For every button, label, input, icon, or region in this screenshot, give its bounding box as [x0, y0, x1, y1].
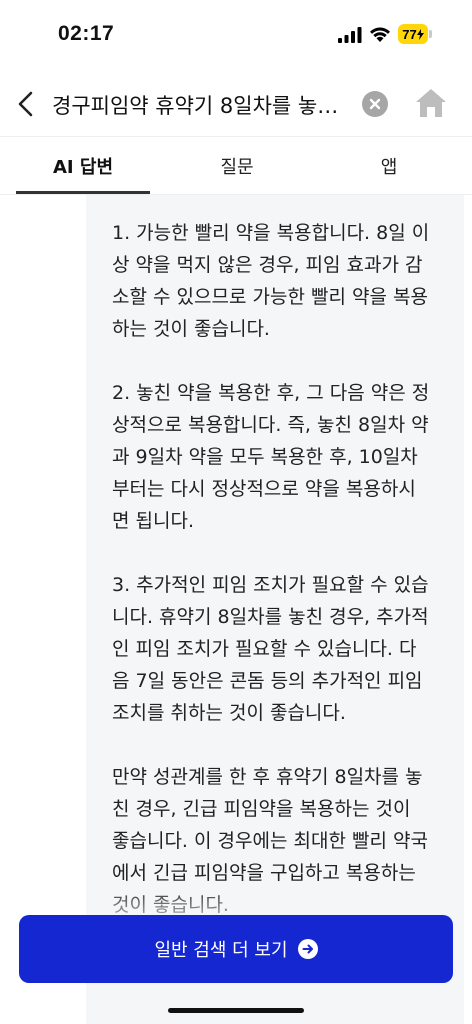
close-circle-icon[interactable]	[362, 91, 388, 117]
tab-questions[interactable]: 질문	[170, 137, 304, 194]
more-search-label: 일반 검색 더 보기	[154, 940, 288, 961]
home-indicator[interactable]	[168, 1008, 304, 1013]
tab-ai-answer[interactable]: AI 답변	[16, 137, 150, 194]
more-search-button[interactable]: 일반 검색 더 보기	[19, 915, 453, 983]
battery-level: 77	[402, 26, 417, 42]
search-header: 경구피임약 휴약기 8일차를 놓치면	[0, 72, 472, 137]
ai-answer-panel: 1. 가능한 빨리 약을 복용합니다. 8일 이상 약을 먹지 않은 경우, 피…	[86, 195, 464, 1024]
status-time: 02:17	[58, 22, 115, 45]
tab-apps[interactable]: 앱	[322, 137, 456, 194]
cellular-signal-icon	[338, 27, 362, 43]
answer-text: 1. 가능한 빨리 약을 복용합니다. 8일 이상 약을 먹지 않은 경우, 피…	[112, 217, 432, 953]
charging-bolt-icon	[416, 28, 424, 40]
active-tab-indicator	[16, 191, 150, 194]
wifi-icon	[370, 27, 390, 42]
chevron-left-icon[interactable]	[12, 88, 40, 120]
answer-paragraph: 3. 추가적인 피임 조치가 필요할 수 있습니다. 휴약기 8일차를 놓친 경…	[112, 574, 429, 724]
answer-paragraph: 2. 놓친 약을 복용한 후, 그 다음 약은 정상적으로 복용합니다. 즉, …	[112, 382, 430, 532]
answer-paragraph: 1. 가능한 빨리 약을 복용합니다. 8일 이상 약을 먹지 않은 경우, 피…	[112, 222, 430, 340]
result-tabs: AI 답변 질문 앱	[0, 137, 472, 195]
screen: 02:17 77 경구피임약 휴약기 8일차를 놓치면 AI 답변 질문 앱 1…	[0, 0, 472, 1024]
status-bar: 02:17 77	[0, 0, 472, 72]
battery-icon: 77	[398, 24, 428, 44]
arrow-right-circle-icon	[297, 939, 318, 959]
battery-tip	[429, 30, 432, 38]
search-query[interactable]: 경구피임약 휴약기 8일차를 놓치면	[52, 90, 352, 120]
home-icon[interactable]	[414, 87, 448, 119]
